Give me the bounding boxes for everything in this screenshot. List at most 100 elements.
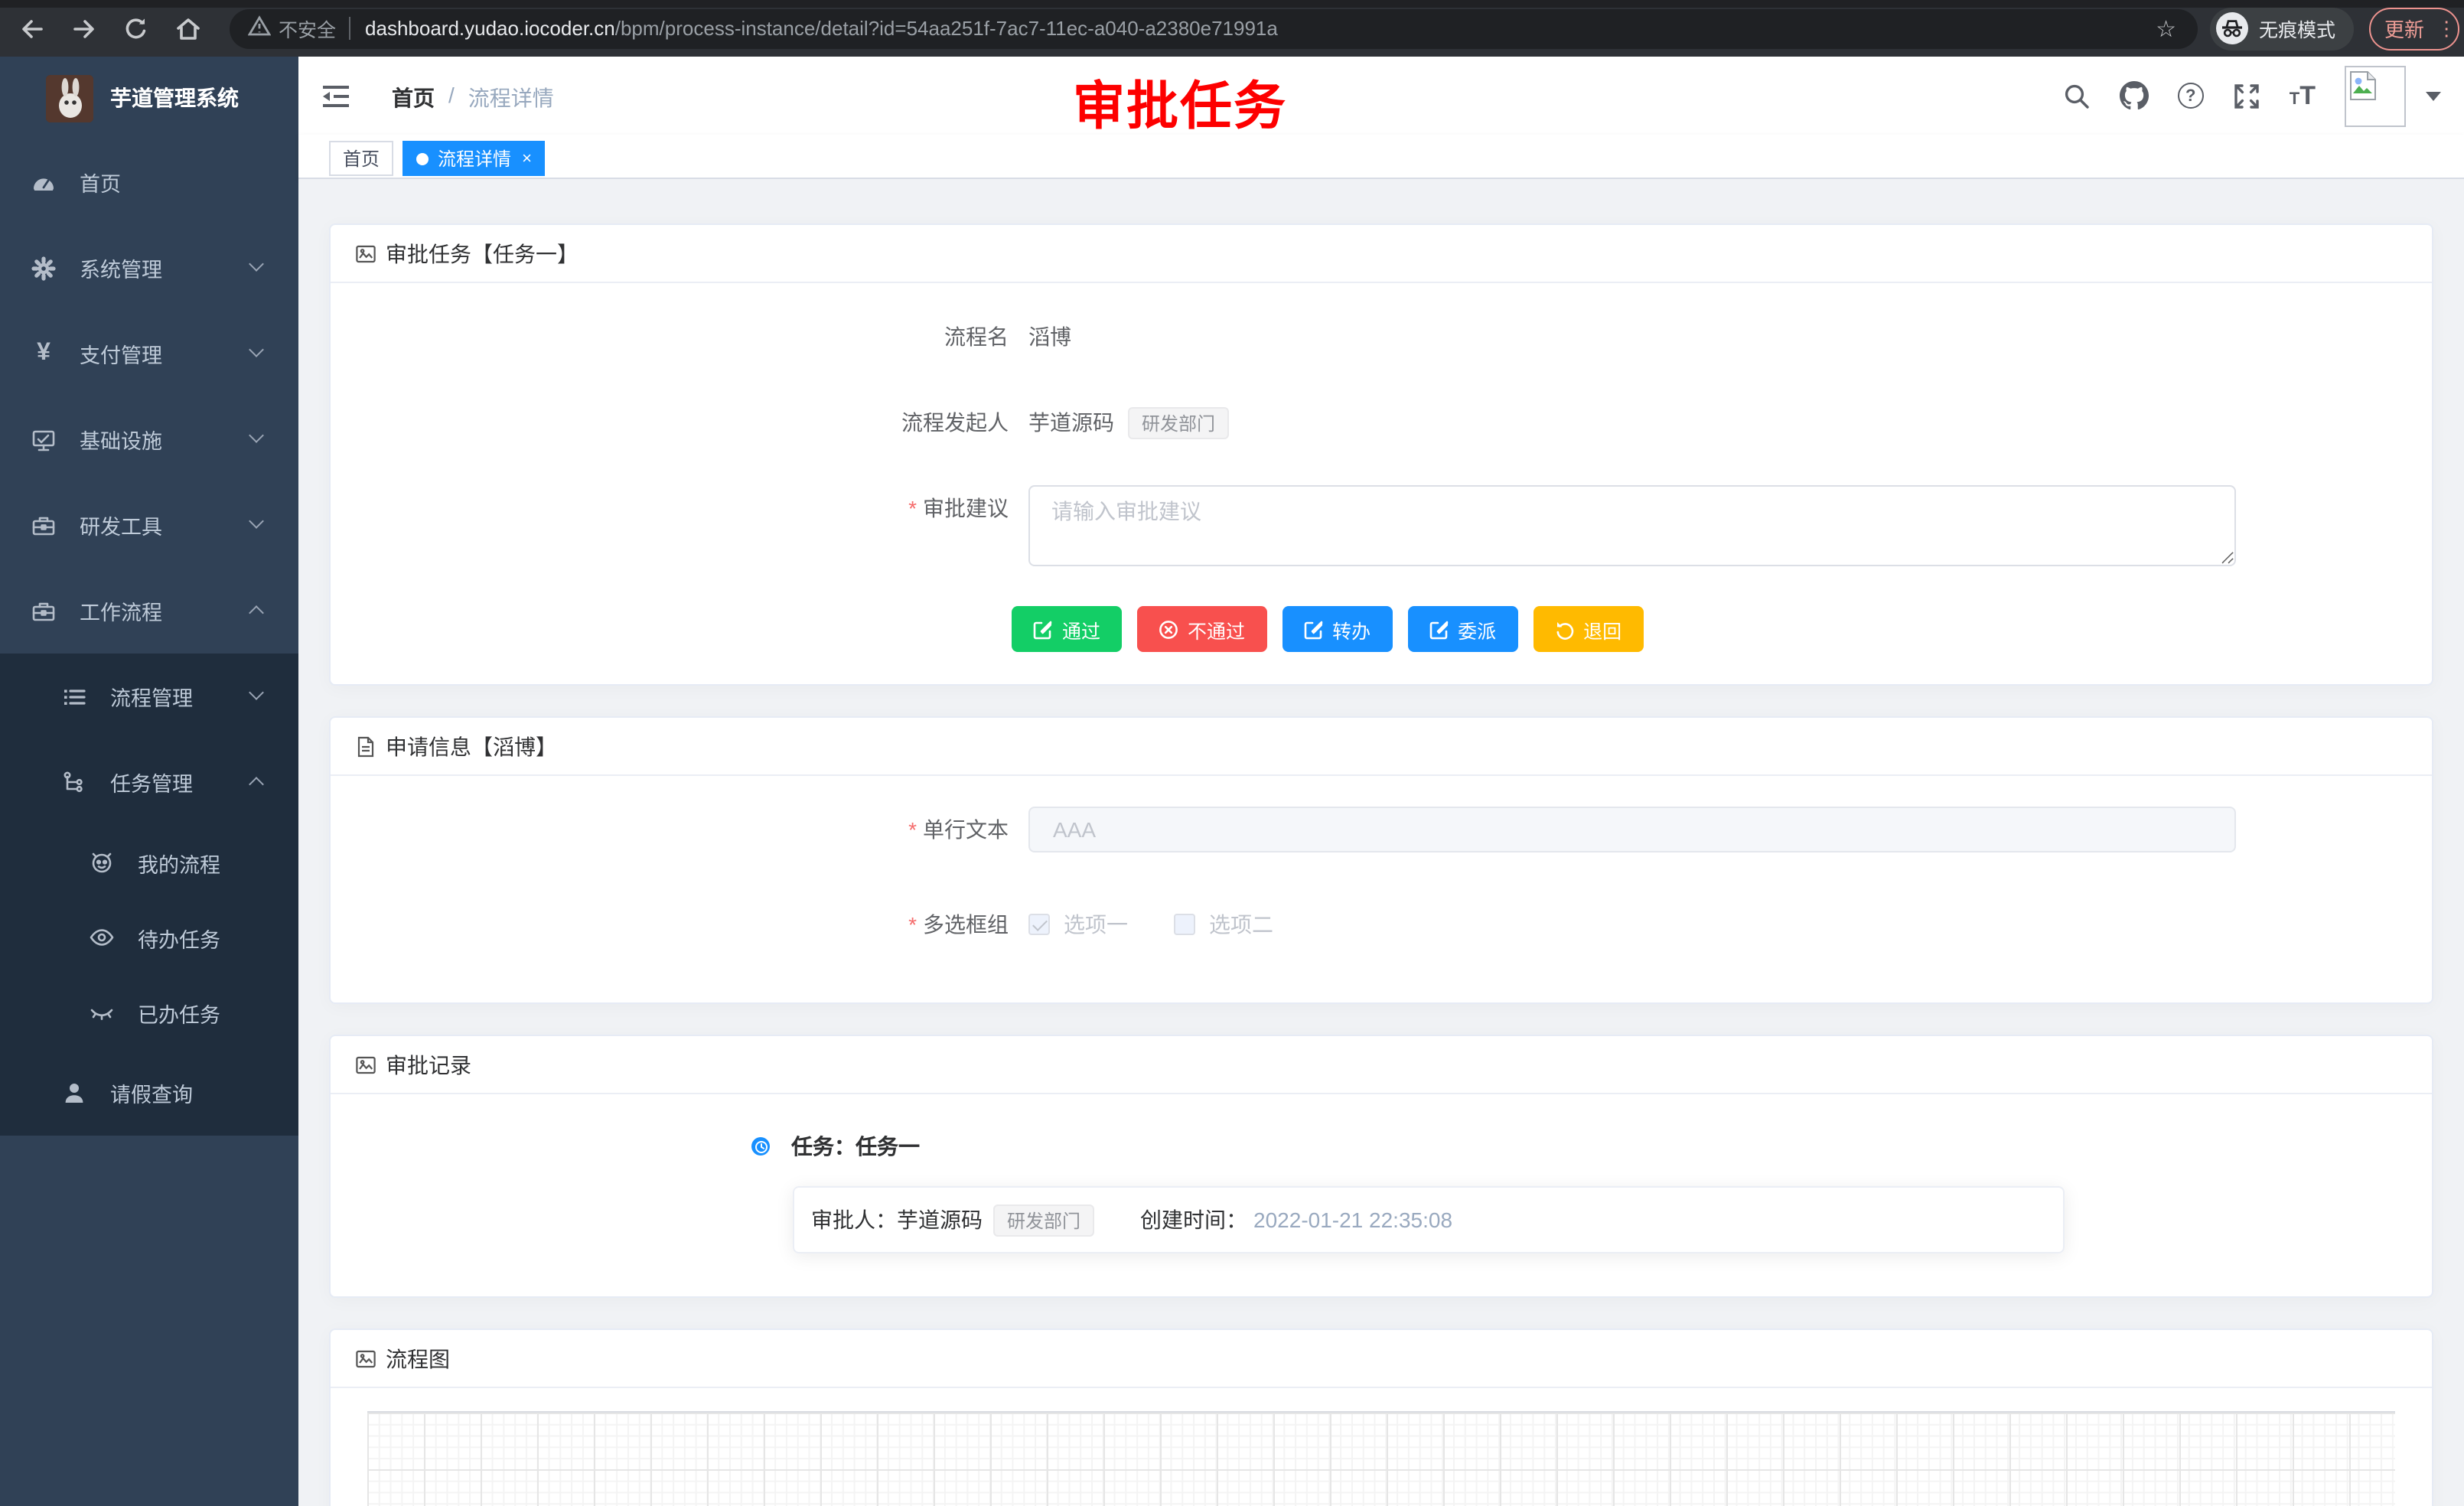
eye-closed-icon [89,999,115,1025]
checkbox-option-1: 选项一 [1028,909,1128,940]
checkbox-group: 选项一 选项二 [1028,909,1273,940]
apply-info-card: 申请信息【滔博】 *单行文本 *多选框组 选项一 [329,716,2433,1004]
sidebar-item-process-mgmt[interactable]: 流程管理 [0,654,298,739]
gear-icon [31,255,57,281]
create-time-value: 2022-01-21 22:35:08 [1253,1208,1452,1232]
text-field-label: *单行文本 [331,807,1009,852]
sidebar-item-label: 我的流程 [138,847,220,878]
eye-open-icon [89,924,115,950]
sidebar-item-system[interactable]: 系统管理 [0,225,298,311]
main-content: 审批任务【任务一】 流程名 滔博 流程发起人 芋道源码 研发部门 *审批建议 [298,179,2464,1506]
bpmn-canvas-grid[interactable] [367,1411,2395,1506]
home-icon[interactable] [168,8,208,48]
sidebar-item-label: 系统管理 [80,253,162,283]
breadcrumb-current: 流程详情 [468,83,554,113]
initiator-label: 流程发起人 [331,399,1009,445]
bookmark-star-icon[interactable]: ☆ [2156,15,2176,42]
fullscreen-icon[interactable] [2233,82,2260,109]
task-detail-card: 审批人： 芋道源码 研发部门 创建时间： 2022-01-21 22:35:08 [793,1186,2065,1253]
kebab-menu-icon[interactable]: ⋮ [2436,21,2444,35]
clock-icon [751,1137,770,1156]
approve-button[interactable]: 通过 [1012,606,1122,652]
url-bar[interactable]: 不安全 dashboard.yudao.iocoder.cn/bpm/proce… [230,8,2198,48]
edit-icon [1303,619,1323,639]
circle-close-icon [1159,619,1178,639]
avatar-caret-icon[interactable] [2426,91,2441,100]
checkbox-checked-icon [1028,914,1050,935]
card-title: 流程图 [386,1343,450,1374]
picture-icon [355,1348,376,1369]
url-text[interactable]: dashboard.yudao.iocoder.cn/bpm/process-i… [365,17,1278,40]
browser-menu[interactable]: 更新 ⋮ [2369,7,2459,50]
reload-icon[interactable] [116,8,156,48]
sidebar-item-todo-tasks[interactable]: 待办任务 [0,900,298,975]
chevron-down-icon [249,342,264,357]
checkbox-group-label: *多选框组 [331,901,1009,947]
tab-home[interactable]: 首页 [329,141,393,176]
opinion-textarea[interactable] [1028,485,2236,566]
security-label[interactable]: 不安全 [279,14,336,43]
incognito-label: 无痕模式 [2259,14,2335,43]
header-actions: ? TT [2063,57,2441,135]
timeline-item-head: 任务：任务一 [751,1131,2432,1162]
sidebar-item-pay[interactable]: ¥ 支付管理 [0,311,298,396]
reject-button[interactable]: 不通过 [1137,606,1266,652]
font-size-icon[interactable]: TT [2290,80,2316,111]
sidebar-item-infra[interactable]: 基础设施 [0,396,298,482]
sidebar-item-home[interactable]: 首页 [0,139,298,225]
screen: 不安全 dashboard.yudao.iocoder.cn/bpm/proce… [0,0,2464,1506]
browser-toolbar: 不安全 dashboard.yudao.iocoder.cn/bpm/proce… [0,0,2464,57]
sidebar-item-label: 流程管理 [110,681,193,712]
sidebar-item-task-mgmt[interactable]: 任务管理 [0,739,298,825]
sidebar-item-label: 请假查询 [110,1077,193,1108]
user-icon [61,1080,87,1106]
incognito-icon [2216,12,2248,44]
picture-icon [355,243,376,264]
sidebar-item-label: 待办任务 [138,922,220,953]
required-asterisk: * [908,912,917,937]
return-button[interactable]: 退回 [1533,606,1643,652]
url-divider [348,17,350,40]
yen-icon: ¥ [31,341,57,366]
tab-process-detail[interactable]: 流程详情 × [403,141,546,176]
github-icon[interactable] [2120,81,2149,110]
sidebar-item-my-process[interactable]: 我的流程 [0,825,298,900]
update-button[interactable]: 更新 [2384,14,2424,43]
edit-icon [1033,619,1053,639]
process-name-label: 流程名 [331,314,1009,360]
forward-icon[interactable] [64,8,104,48]
dashboard-icon [31,169,57,195]
robot-icon [89,849,115,875]
card-title: 申请信息【滔博】 [386,731,557,761]
transfer-button[interactable]: 转办 [1282,606,1392,652]
sidebar-item-workflow[interactable]: 工作流程 [0,568,298,654]
breadcrumb-separator: / [448,83,455,113]
chevron-up-icon [249,605,264,621]
close-tab-icon[interactable]: × [522,149,532,168]
card-header: 审批任务【任务一】 [331,225,2432,283]
app-title: 芋道管理系统 [110,83,239,113]
delegate-button[interactable]: 委派 [1407,606,1517,652]
process-name-value: 滔博 [1028,321,1071,352]
diagram-body [331,1388,2432,1506]
breadcrumb-home[interactable]: 首页 [392,83,435,113]
sidebar-toggle-icon[interactable] [321,84,350,113]
help-icon[interactable]: ? [2178,83,2204,109]
checkbox-unchecked-icon [1174,914,1195,935]
app-logo-row[interactable]: 芋道管理系统 [0,57,298,139]
edit-icon [1429,619,1449,639]
incognito-badge: 无痕模式 [2210,7,2354,50]
required-asterisk: * [908,496,917,520]
search-icon[interactable] [2063,82,2091,109]
avatar[interactable] [2345,65,2406,126]
sidebar-item-done-tasks[interactable]: 已办任务 [0,975,298,1050]
back-icon[interactable] [12,8,52,48]
sidebar-item-devtools[interactable]: 研发工具 [0,482,298,568]
active-tab-dot [416,152,429,165]
app-header: 首页 / 流程详情 审批任务 ? TT [298,57,2464,135]
task-title: 任务：任务一 [791,1131,920,1162]
card-header: 审批记录 [331,1036,2432,1094]
checkbox-option-2: 选项二 [1174,909,1273,940]
security-warning-icon[interactable] [248,15,271,41]
sidebar-item-leave-query[interactable]: 请假查询 [0,1050,298,1136]
